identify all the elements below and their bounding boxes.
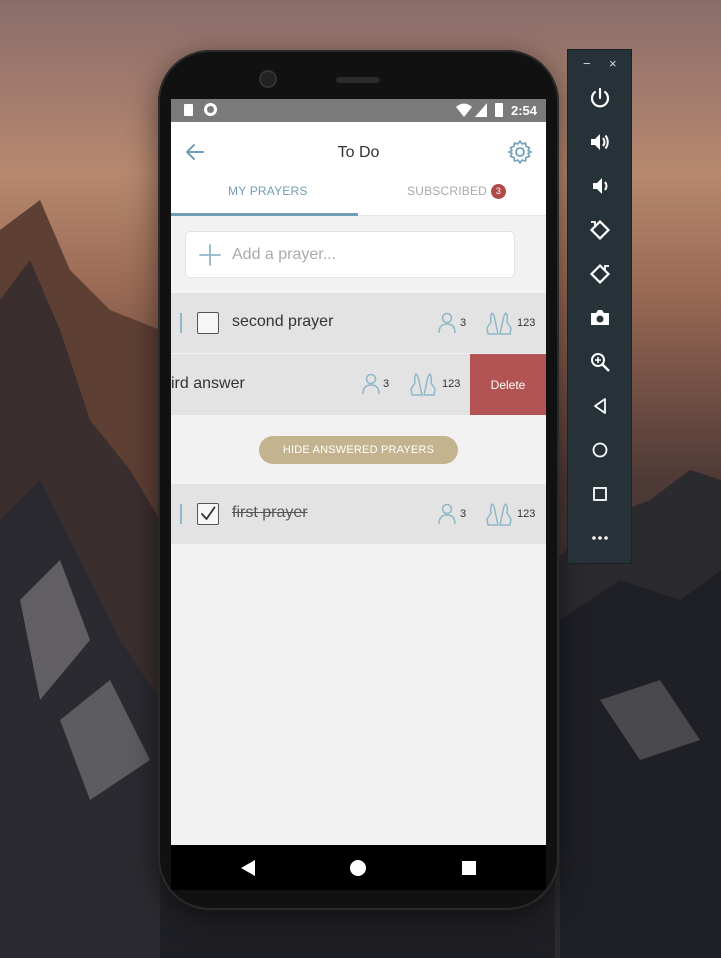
android-nav-bar — [171, 845, 546, 890]
prayer-row[interactable]: second prayer 3 123 — [171, 293, 546, 353]
nav-back-icon[interactable] — [241, 860, 255, 876]
subscribed-badge: 3 — [491, 184, 507, 199]
pray-count: 123 — [442, 378, 461, 390]
minimize-icon[interactable]: − — [583, 56, 591, 71]
add-prayer-input[interactable] — [232, 242, 502, 268]
nav-recents-icon[interactable] — [462, 861, 476, 875]
close-icon[interactable]: × — [609, 56, 617, 71]
overview-icon[interactable] — [588, 482, 612, 506]
person-icon — [362, 373, 380, 395]
signal-icon — [475, 103, 487, 117]
gear-icon[interactable] — [507, 139, 533, 165]
back-icon[interactable] — [588, 394, 612, 418]
plus-icon[interactable] — [198, 243, 222, 267]
prayer-checkbox-checked[interactable] — [197, 503, 219, 525]
add-prayer-box[interactable] — [185, 231, 515, 278]
person-icon — [438, 503, 456, 525]
earpiece-speaker — [336, 77, 380, 83]
person-icon — [438, 312, 456, 334]
front-camera — [259, 70, 277, 88]
prayer-row-swiped[interactable]: ird answer 3 123 Delete — [171, 354, 546, 415]
wifi-icon — [456, 103, 472, 117]
more-icon[interactable] — [588, 526, 612, 550]
prayer-row-answered[interactable]: first prayer 3 123 — [171, 484, 546, 544]
sync-icon — [204, 103, 217, 116]
people-count: 3 — [460, 508, 467, 520]
prayer-checkbox[interactable] — [197, 312, 219, 334]
pray-count: 123 — [517, 317, 536, 329]
volume-down-icon[interactable] — [588, 174, 612, 198]
home-icon[interactable] — [588, 438, 612, 462]
camera-icon[interactable] — [588, 306, 612, 330]
tab-subscribed[interactable]: SUBSCRIBED 3 — [407, 184, 507, 199]
sd-card-icon — [184, 104, 193, 116]
battery-icon — [495, 103, 503, 117]
volume-up-icon[interactable] — [588, 130, 612, 154]
status-time: 2:54 — [511, 103, 538, 118]
app-screen: 2:54 To Do MY PRAYERS SUBSCRIBED3 second… — [171, 99, 546, 890]
tab-my-prayers-label: MY PRAYERS — [228, 184, 308, 198]
pray-count: 123 — [517, 508, 536, 520]
praying-hands-icon — [486, 503, 512, 526]
active-tab-indicator — [171, 213, 358, 216]
zoom-icon[interactable] — [588, 350, 612, 374]
prayer-title: ird answer — [171, 375, 245, 392]
people-count: 3 — [460, 317, 467, 329]
status-bar: 2:54 — [171, 99, 546, 122]
prayer-title: second prayer — [232, 313, 334, 330]
people-count: 3 — [383, 378, 390, 390]
prayer-title: first prayer — [232, 504, 308, 521]
tab-subscribed-label: SUBSCRIBED — [407, 184, 488, 198]
app-header: To Do MY PRAYERS SUBSCRIBED 3 — [171, 122, 546, 216]
emulator-toolbar: − × — [567, 49, 632, 564]
praying-hands-icon — [486, 312, 512, 335]
tab-my-prayers[interactable]: MY PRAYERS — [228, 184, 308, 198]
praying-hands-icon — [410, 373, 436, 396]
hide-answered-button[interactable]: HIDE ANSWERED PRAYERS — [259, 436, 458, 464]
row-accent-bar — [180, 313, 182, 333]
checkmark-icon — [201, 506, 216, 520]
rotate-left-icon[interactable] — [588, 218, 612, 242]
page-title: To Do — [337, 144, 380, 161]
nav-home-icon[interactable] — [350, 860, 366, 876]
delete-button[interactable]: Delete — [470, 354, 546, 415]
power-icon[interactable] — [588, 86, 612, 110]
row-accent-bar — [180, 504, 182, 524]
rotate-right-icon[interactable] — [588, 262, 612, 286]
